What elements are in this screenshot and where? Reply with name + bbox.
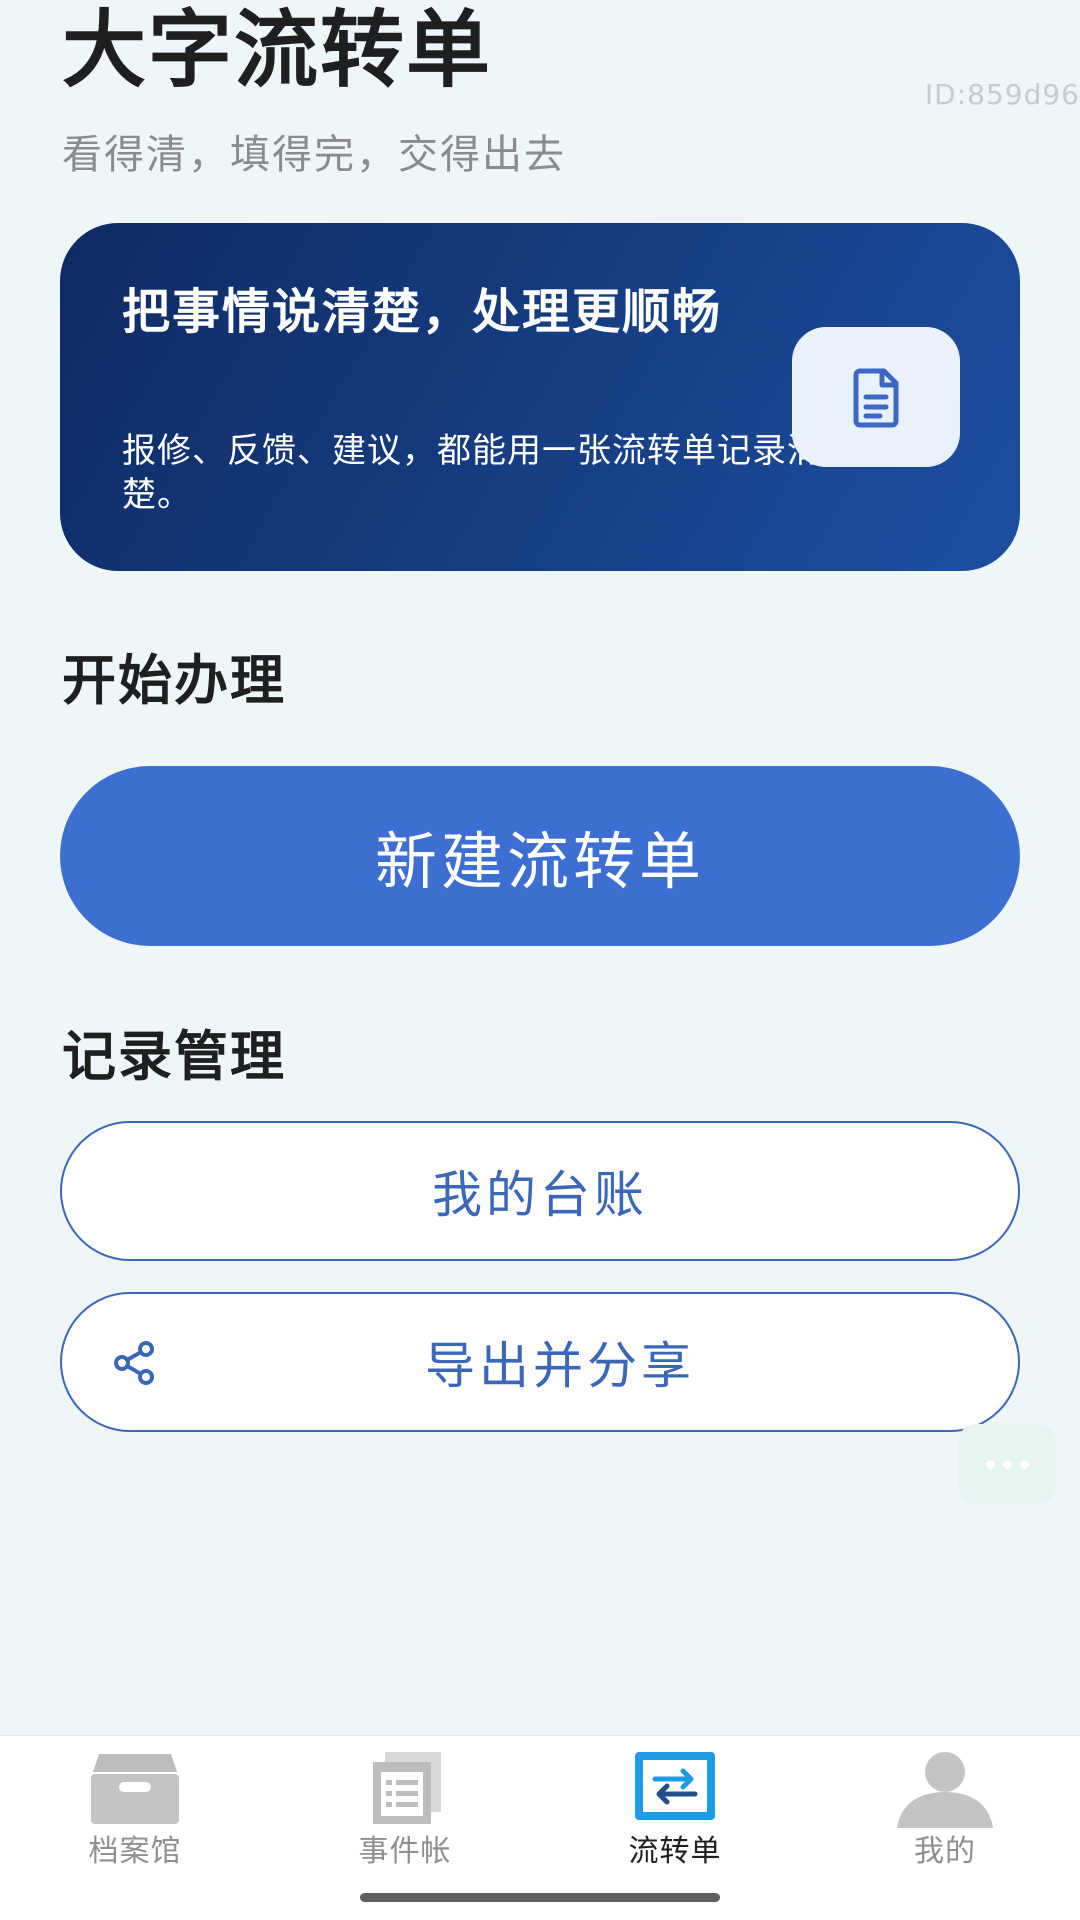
section-title-start: 开始办理 (62, 649, 286, 712)
export-share-button[interactable]: 导出并分享 (60, 1292, 1020, 1432)
new-form-button[interactable]: 新建流转单 (60, 766, 1020, 946)
my-ledger-button[interactable]: 我的台账 (60, 1121, 1020, 1261)
page-title: 大字流转单 (62, 1, 493, 99)
tab-profile[interactable]: 我的 (810, 1736, 1080, 1886)
list-document-icon (373, 1752, 441, 1824)
swap-arrows-icon (635, 1752, 715, 1820)
tab-profile-label: 我的 (914, 1834, 976, 1869)
share-icon (114, 1341, 154, 1385)
tab-transfer-form[interactable]: 流转单 (540, 1736, 810, 1886)
export-share-button-label: 导出并分享 (425, 1337, 695, 1395)
home-indicator[interactable] (360, 1893, 720, 1902)
hero-title: 把事情说清楚，处理更顺畅 (122, 284, 723, 340)
hero-text: 报修、反馈、建议，都能用一张流转单记录清楚。 (122, 431, 822, 515)
tab-archive-label: 档案馆 (88, 1834, 182, 1869)
document-icon (792, 327, 960, 467)
tab-transfer-form-label: 流转单 (628, 1834, 722, 1869)
section-title-records: 记录管理 (62, 1025, 286, 1088)
more-icon[interactable] (958, 1424, 1056, 1504)
user-icon (897, 1752, 993, 1828)
tab-archive[interactable]: 档案馆 (0, 1736, 270, 1886)
tab-events[interactable]: 事件帐 (270, 1736, 540, 1886)
app-screen: 大字流转单 ID:859d96 看得清，填得完，交得出去 把事情说清楚，处理更顺… (0, 0, 1080, 1920)
archive-box-icon (91, 1754, 179, 1824)
tab-events-label: 事件帐 (358, 1834, 452, 1869)
new-form-button-label: 新建流转单 (374, 825, 705, 898)
my-ledger-button-label: 我的台账 (432, 1166, 648, 1224)
page-subtitle: 看得清，填得完，交得出去 (62, 132, 566, 178)
hero-banner: 把事情说清楚，处理更顺畅 报修、反馈、建议，都能用一张流转单记录清楚。 (60, 223, 1020, 571)
page-id-label: ID:859d96 (924, 78, 1080, 111)
